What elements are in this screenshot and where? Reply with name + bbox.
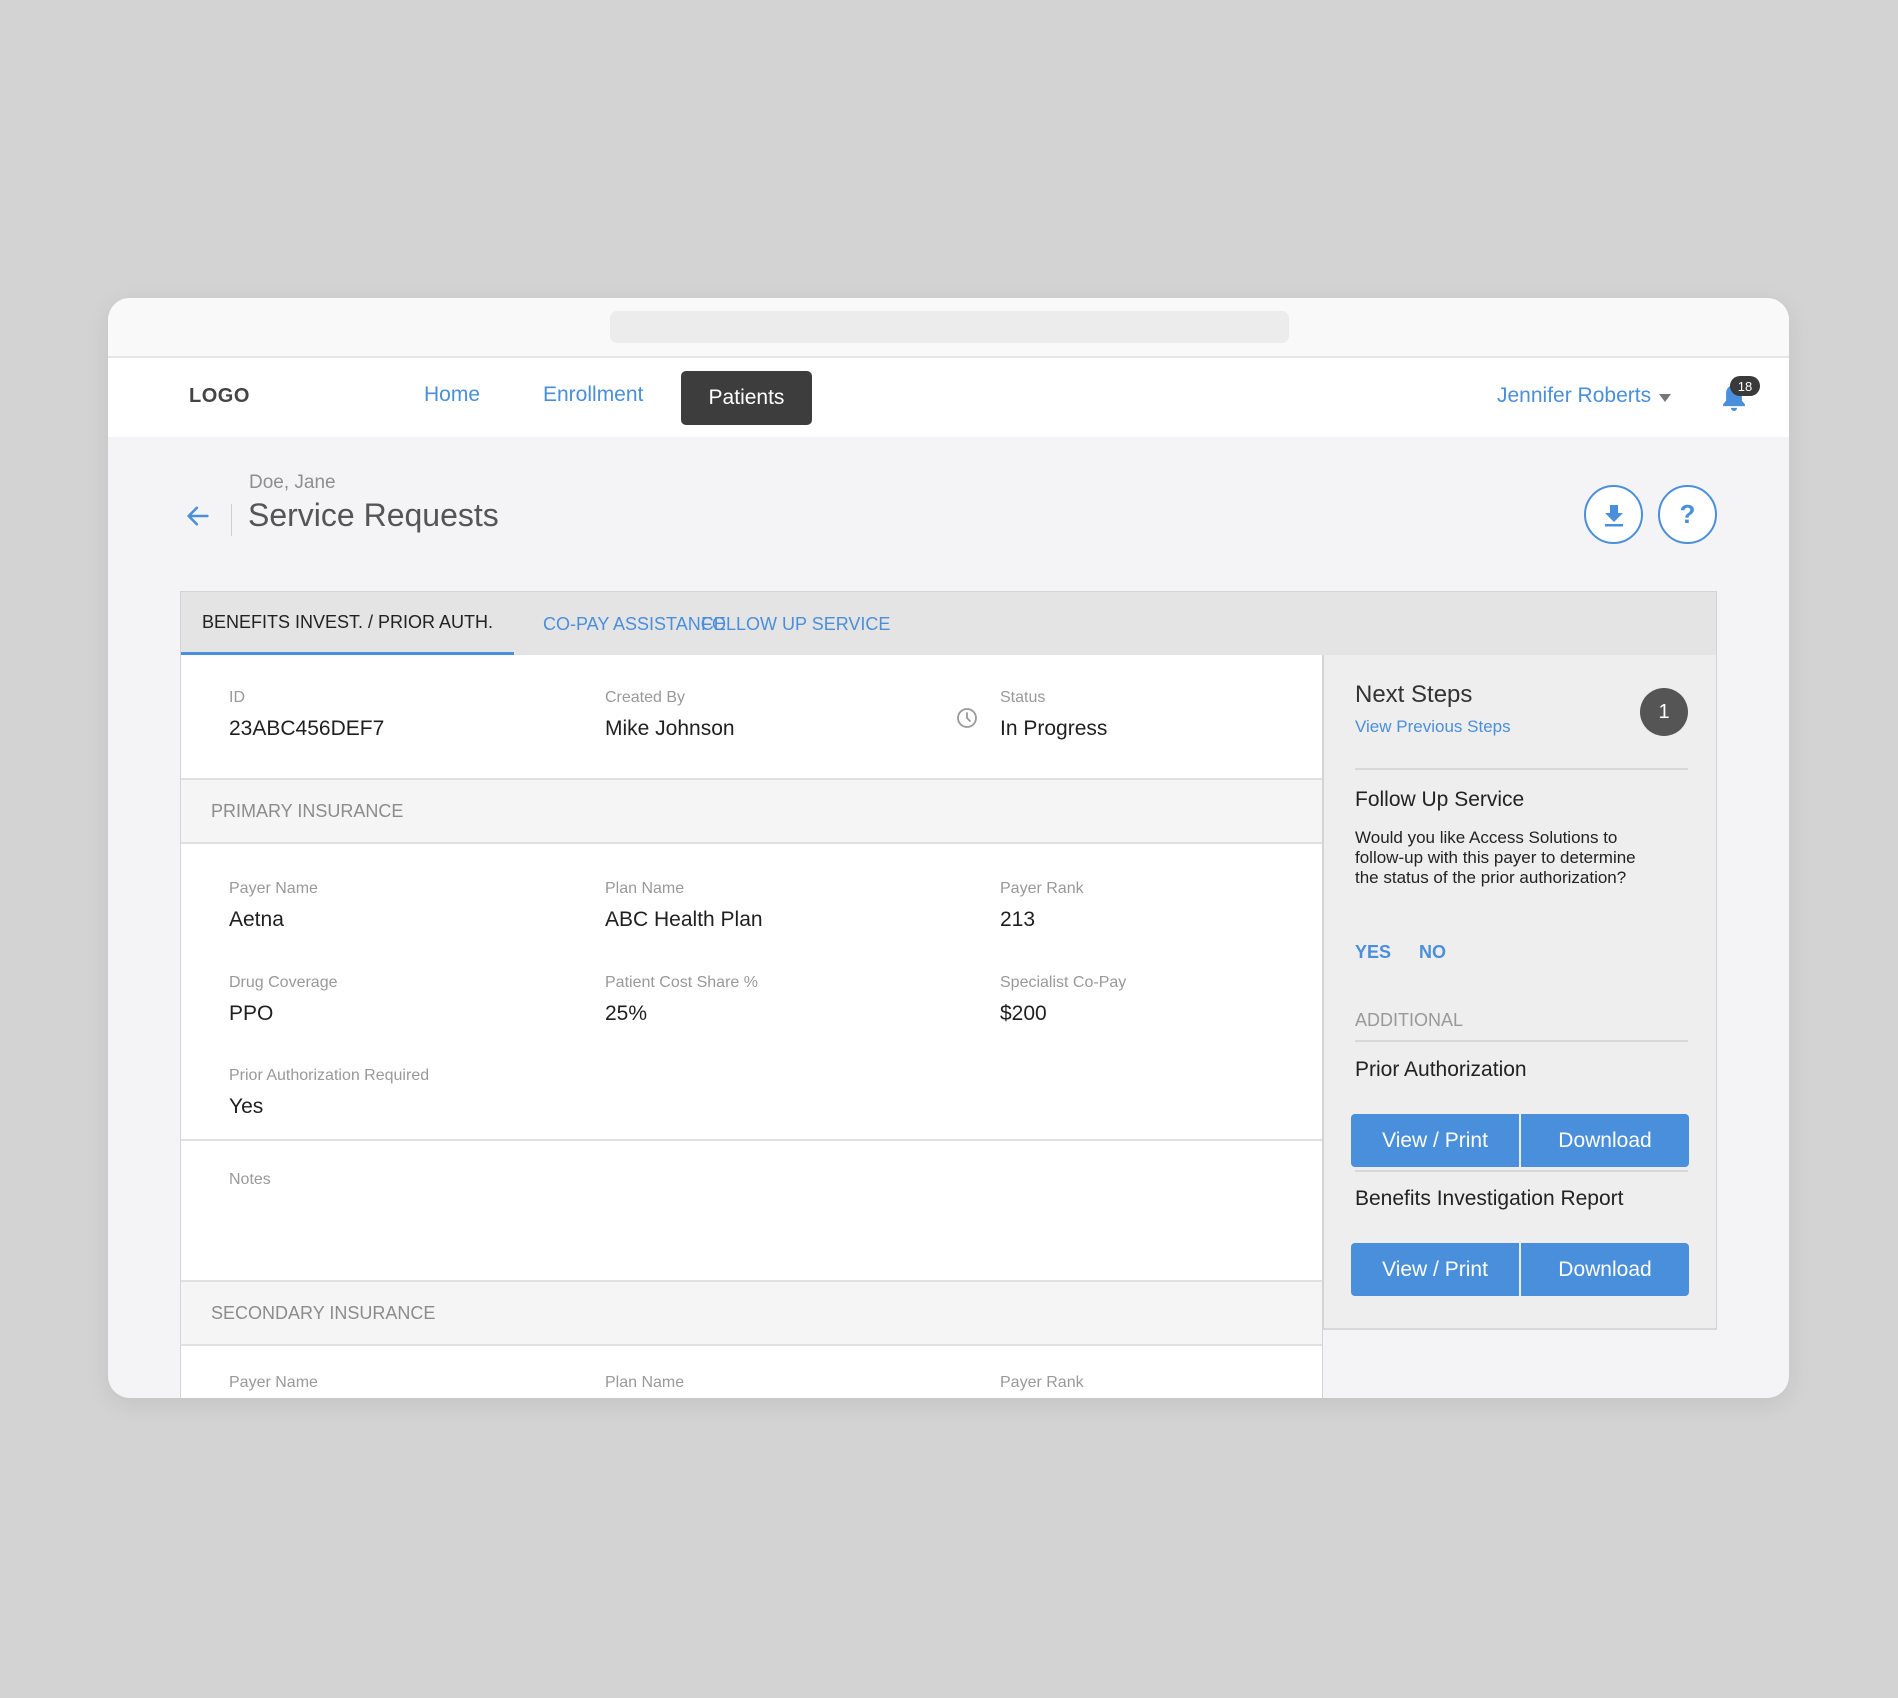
view-print-button[interactable]: View / Print: [1351, 1243, 1519, 1296]
field-label: Created By: [605, 689, 686, 706]
follow-up-title: Follow Up Service: [1355, 788, 1525, 811]
nav-home[interactable]: Home: [424, 383, 480, 407]
divider: [1355, 1040, 1688, 1042]
field-label: Plan Name: [605, 880, 685, 897]
status-value: In Progress: [1000, 717, 1108, 740]
download-icon: [1604, 504, 1623, 526]
tab-benefits-invest[interactable]: BENEFITS INVEST. / PRIOR AUTH.: [181, 592, 514, 656]
payer-rank-field: Payer Rank: [1000, 1374, 1084, 1392]
payer-rank-field: Payer Rank 213: [1000, 880, 1084, 932]
tab-bar: BENEFITS INVEST. / PRIOR AUTH. CO-PAY AS…: [180, 591, 1717, 656]
breadcrumb[interactable]: Doe, Jane: [249, 472, 336, 494]
patient-cost-share-field: Patient Cost Share % 25%: [605, 974, 758, 1026]
field-label: ID: [229, 689, 245, 706]
no-button[interactable]: NO: [1419, 942, 1446, 963]
address-bar[interactable]: [610, 311, 1289, 343]
clock-icon: [957, 708, 977, 728]
request-meta: ID 23ABC456DEF7 Created By Mike Johnson …: [181, 655, 1322, 780]
field-value: Mike Johnson: [605, 717, 735, 740]
field-label: Prior Authorization Required: [229, 1067, 430, 1084]
next-steps-title: Next Steps: [1355, 681, 1473, 708]
help-button[interactable]: ?: [1658, 485, 1717, 544]
next-steps-panel: Next Steps View Previous Steps 1 Follow …: [1323, 655, 1717, 1330]
secondary-insurance-heading: SECONDARY INSURANCE: [181, 1282, 1322, 1346]
yes-button[interactable]: YES: [1355, 942, 1391, 963]
status-field: Status In Progress: [1000, 689, 1107, 741]
download-button[interactable]: Download: [1519, 1114, 1689, 1167]
additional-heading: ADDITIONAL: [1355, 1010, 1464, 1030]
field-value: $200: [1000, 1002, 1047, 1025]
top-nav: LOGO Home Enrollment Patients Jennifer R…: [108, 358, 1789, 437]
benefits-report-title: Benefits Investigation Report: [1355, 1187, 1624, 1210]
download-button[interactable]: [1584, 485, 1643, 544]
field-value: Yes: [229, 1095, 264, 1118]
field-label: Notes: [229, 1171, 271, 1188]
field-value: 213: [1000, 908, 1036, 931]
field-label: Drug Coverage: [229, 974, 338, 991]
field-label: Plan Name: [605, 1374, 685, 1391]
field-label: Payer Name: [229, 880, 318, 897]
notes-section: Notes: [181, 1141, 1322, 1282]
notification-badge: 18: [1730, 376, 1760, 396]
tab-follow-up-service[interactable]: FOLLOW UP SERVICE: [701, 592, 890, 656]
id-field: ID 23ABC456DEF7: [229, 689, 384, 741]
field-value: ABC Health Plan: [605, 908, 763, 931]
request-details: ID 23ABC456DEF7 Created By Mike Johnson …: [180, 655, 1323, 1398]
user-name: Jennifer Roberts: [1497, 384, 1652, 407]
divider: [1355, 768, 1688, 770]
download-button[interactable]: Download: [1519, 1243, 1689, 1296]
notes-field: Notes: [229, 1171, 271, 1189]
field-label: Patient Cost Share %: [605, 974, 758, 991]
view-print-button[interactable]: View / Print: [1351, 1114, 1519, 1167]
prior-auth-actions: View / Print Download: [1351, 1114, 1689, 1167]
view-previous-steps-link[interactable]: View Previous Steps: [1355, 717, 1511, 737]
nav-patients[interactable]: Patients: [681, 371, 812, 425]
field-value: Aetna: [229, 908, 284, 931]
plan-name-field: Plan Name: [605, 1374, 684, 1392]
prior-auth-required-field: Prior Authorization Required Yes: [229, 1067, 429, 1119]
field-label: Payer Rank: [1000, 1374, 1084, 1391]
drug-coverage-field: Drug Coverage PPO: [229, 974, 338, 1026]
specialist-copay-field: Specialist Co-Pay $200: [1000, 974, 1126, 1026]
primary-insurance-heading: PRIMARY INSURANCE: [181, 780, 1322, 844]
divider: [231, 504, 232, 536]
divider: [1355, 1170, 1688, 1172]
payer-name-field: Payer Name: [229, 1374, 318, 1392]
logo: LOGO: [189, 385, 250, 407]
follow-up-question: Would you like Access Solutions to follo…: [1355, 828, 1636, 887]
payer-name-field: Payer Name Aetna: [229, 880, 318, 932]
created-by-field: Created By Mike Johnson: [605, 689, 735, 741]
plan-name-field: Plan Name ABC Health Plan: [605, 880, 763, 932]
browser-chrome: [108, 298, 1789, 358]
field-value: 25%: [605, 1002, 648, 1025]
user-menu[interactable]: Jennifer Roberts: [1497, 384, 1672, 408]
prior-authorization-title: Prior Authorization: [1355, 1058, 1527, 1081]
page-title: Service Requests: [248, 497, 499, 533]
field-label: Payer Rank: [1000, 880, 1084, 897]
nav-enrollment[interactable]: Enrollment: [543, 383, 643, 407]
tab-copay-assistance[interactable]: CO-PAY ASSISTANCE: [543, 592, 726, 656]
field-label: Specialist Co-Pay: [1000, 974, 1127, 991]
field-label: Payer Name: [229, 1374, 318, 1391]
field-label: Status: [1000, 689, 1046, 706]
field-value: PPO: [229, 1002, 274, 1025]
secondary-insurance-fields: Payer Name Plan Name Payer Rank: [181, 1346, 1322, 1398]
step-count-badge: 1: [1640, 688, 1688, 736]
benefits-report-actions: View / Print Download: [1351, 1243, 1689, 1296]
browser-window: LOGO Home Enrollment Patients Jennifer R…: [108, 298, 1789, 1398]
primary-insurance-fields: Payer Name Aetna Plan Name ABC Health Pl…: [181, 844, 1322, 1141]
field-value: 23ABC456DEF7: [229, 717, 385, 740]
caret-down-icon: [1659, 393, 1672, 402]
back-arrow-icon[interactable]: [184, 502, 212, 530]
